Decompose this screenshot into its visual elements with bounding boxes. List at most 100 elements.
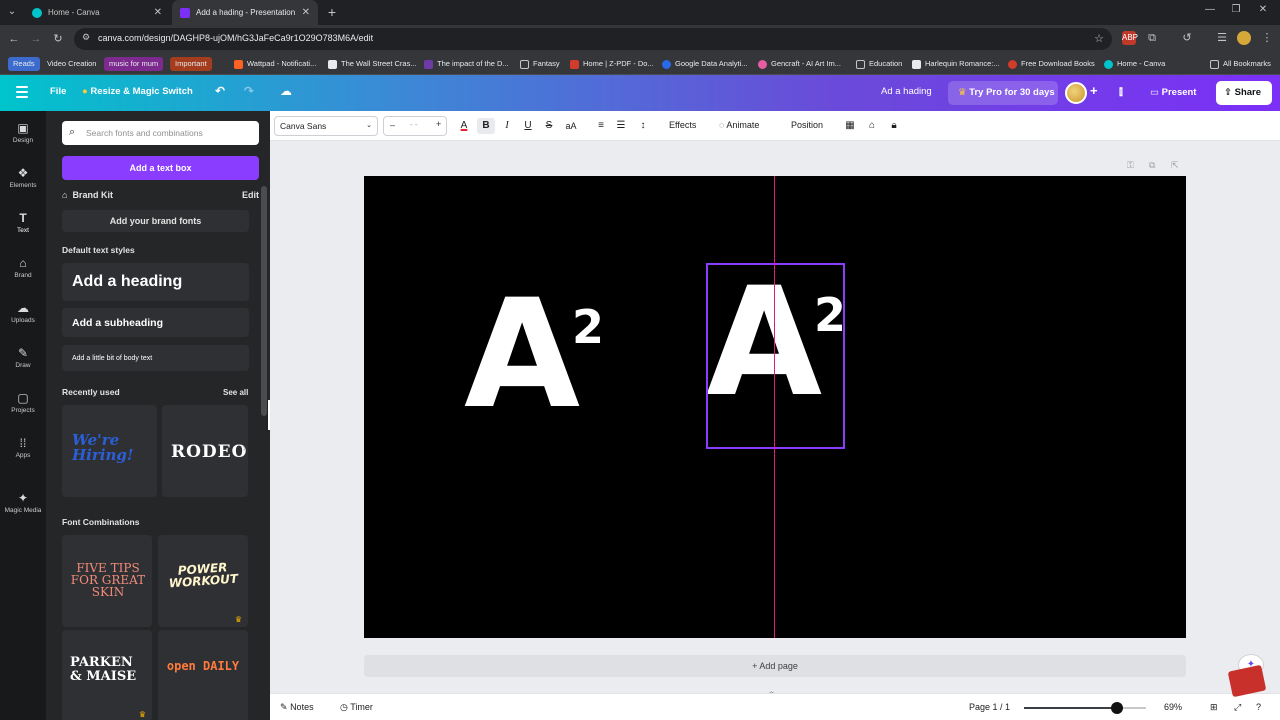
lock-icon[interactable]: 🔒︎ xyxy=(888,118,900,134)
add-heading-style[interactable]: Add a heading xyxy=(62,263,249,301)
browser-tab-presentation[interactable]: Add a hading - Presentation ✕ xyxy=(172,0,318,25)
strikethrough-icon[interactable]: S xyxy=(543,118,555,134)
add-brand-fonts-button[interactable]: Add your brand fonts xyxy=(62,210,249,232)
rail-item-design[interactable]: ▣ Design xyxy=(0,121,46,144)
add-collaborator-icon[interactable]: + xyxy=(1090,83,1098,98)
bookmark-reads[interactable]: Reads xyxy=(8,57,40,71)
font-combination-card[interactable]: POWER WORKOUT ♛ xyxy=(158,535,248,627)
add-subheading-style[interactable]: Add a subheading xyxy=(62,308,249,337)
recent-font-card[interactable]: RODEO › xyxy=(162,405,248,497)
letter-case-icon[interactable]: aA xyxy=(563,118,579,134)
add-page-button[interactable]: + Add page xyxy=(364,655,1186,677)
effects-button[interactable]: Effects xyxy=(669,120,696,130)
align-center-icon[interactable]: ≡ xyxy=(595,118,607,134)
rail-item-draw[interactable]: ✎ Draw xyxy=(0,346,46,369)
cloud-save-icon[interactable]: ☁ xyxy=(280,84,292,98)
add-page-icon[interactable]: ⇱ xyxy=(1171,160,1179,171)
grid-view-icon[interactable]: ⊞ xyxy=(1210,702,1218,713)
avatar[interactable] xyxy=(1065,82,1087,104)
present-button[interactable]: ▭ Present xyxy=(1140,81,1210,105)
bookmark-fantasy[interactable]: Fantasy xyxy=(520,57,560,71)
browser-tab-home-canva[interactable]: Home - Canva ✕ xyxy=(24,0,170,25)
zoom-slider[interactable] xyxy=(1024,702,1146,714)
underline-icon[interactable]: U xyxy=(522,118,534,134)
tab-search-button[interactable]: ⌄ xyxy=(4,4,20,20)
position-button[interactable]: Position xyxy=(791,120,823,130)
increase-size-button[interactable]: + xyxy=(436,119,441,129)
rail-item-magic-media[interactable]: ✦ Magic Media xyxy=(0,491,46,514)
file-menu[interactable]: File xyxy=(50,86,66,97)
bookmark-video-creation[interactable]: Video Creation xyxy=(42,57,101,71)
notes-button[interactable]: ✎ Notes xyxy=(280,702,314,713)
bookmark-gencraft[interactable]: Gencraft - AI Art Im... xyxy=(758,57,841,71)
bookmark-google-data[interactable]: Google Data Analyti... xyxy=(662,57,748,71)
history-icon[interactable]: ↺ xyxy=(1180,31,1194,45)
site-info-icon[interactable]: ⚙ xyxy=(82,32,94,44)
new-tab-button[interactable]: + xyxy=(324,3,340,21)
brand-kit-edit-link[interactable]: Edit xyxy=(242,190,259,200)
back-icon[interactable]: ← xyxy=(6,31,22,47)
exponent-left[interactable]: 2 xyxy=(572,304,604,350)
bookmark-home-canva[interactable]: Home - Canva xyxy=(1104,57,1165,71)
fullscreen-icon[interactable]: ⤢ xyxy=(1234,702,1241,713)
rail-item-apps[interactable]: ⁞⁞ Apps xyxy=(0,436,46,459)
document-title[interactable]: Ad a hading xyxy=(881,86,932,97)
bookmark-star-icon[interactable]: ☆ xyxy=(1094,32,1104,45)
add-text-box-button[interactable]: Add a text box xyxy=(62,156,259,180)
font-family-dropdown[interactable]: Canva Sans ⌄ xyxy=(274,116,378,136)
decrease-size-button[interactable]: – xyxy=(390,120,395,130)
base-letter-left[interactable]: A xyxy=(464,280,580,430)
lock-page-icon[interactable]: ⚿ xyxy=(1127,160,1134,171)
main-menu-icon[interactable] xyxy=(16,86,28,101)
page-indicator[interactable]: Page 1 / 1 xyxy=(969,702,1010,712)
redo-icon[interactable]: ↷ xyxy=(244,84,254,98)
list-icon[interactable]: ☰ xyxy=(615,118,627,134)
zoom-slider-handle[interactable] xyxy=(1111,702,1123,714)
try-pro-button[interactable]: ♛ Try Pro for 30 days xyxy=(948,81,1058,105)
selection-box[interactable] xyxy=(706,263,845,449)
font-size-stepper[interactable]: – - - + xyxy=(383,116,447,136)
duplicate-page-icon[interactable]: ⧉ xyxy=(1149,160,1155,171)
font-combination-card[interactable]: open DAILY xyxy=(158,630,248,720)
bookmark-music-for-mum[interactable]: music for mum xyxy=(104,57,164,71)
italic-icon[interactable]: I xyxy=(501,118,513,134)
rail-item-elements[interactable]: ❖ Elements xyxy=(0,166,46,189)
timer-button[interactable]: ◷ Timer xyxy=(340,702,373,713)
resize-magic-switch-button[interactable]: ● Resize & Magic Switch xyxy=(82,86,193,97)
insights-chart-icon[interactable]: ⫾ xyxy=(1119,84,1123,99)
reading-list-icon[interactable]: ☰ xyxy=(1215,31,1229,45)
chevron-right-icon[interactable]: › xyxy=(243,443,246,454)
address-bar[interactable]: ⚙ canva.com/design/DAGHP8-ujOM/hG3JaFeCa… xyxy=(74,28,1112,50)
font-search-input[interactable]: ⌕ Search fonts and combinations xyxy=(62,121,259,145)
see-all-link[interactable]: See all xyxy=(223,388,248,397)
bookmark-free-books[interactable]: Free Download Books xyxy=(1008,57,1095,71)
help-icon[interactable]: ? xyxy=(1256,702,1261,712)
bookmark-education[interactable]: Education xyxy=(856,57,902,71)
font-combination-card[interactable]: PARKEN & MAISE ♛ xyxy=(62,630,152,720)
recent-font-card[interactable]: We're Hiring! xyxy=(62,405,157,497)
text-color-icon[interactable]: A xyxy=(457,118,471,134)
adblock-extension-icon[interactable]: ABP xyxy=(1122,31,1138,45)
font-size-value[interactable]: - - xyxy=(410,120,418,129)
add-body-style[interactable]: Add a little bit of body text xyxy=(62,345,249,371)
panel-scrollbar-thumb[interactable] xyxy=(261,186,267,416)
share-button[interactable]: ⇪ Share xyxy=(1216,81,1272,105)
close-tab-icon[interactable]: ✕ xyxy=(154,7,162,18)
font-combination-card[interactable]: FIVE TIPS FOR GREAT SKIN xyxy=(62,535,152,627)
bookmark-wattpad[interactable]: Wattpad - Notificati... xyxy=(234,57,316,71)
close-tab-icon[interactable]: ✕ xyxy=(302,7,310,18)
rail-item-text[interactable]: T Text xyxy=(0,211,46,234)
undo-icon[interactable]: ↶ xyxy=(215,84,225,98)
paint-format-icon[interactable]: ⌂ xyxy=(866,118,878,134)
minimize-icon[interactable]: — xyxy=(1202,4,1218,15)
rail-item-projects[interactable]: ▢ Projects xyxy=(0,391,46,414)
bookmark-impact[interactable]: The impact of the D... xyxy=(424,57,509,71)
rail-item-uploads[interactable]: ☁ Uploads xyxy=(0,301,46,324)
profile-avatar-icon[interactable] xyxy=(1237,31,1251,45)
bookmark-important[interactable]: Important xyxy=(170,57,212,71)
maximize-icon[interactable]: ❐ xyxy=(1228,4,1244,15)
bookmark-harlequin[interactable]: Harlequin Romance:... xyxy=(912,57,1000,71)
browser-menu-icon[interactable]: ⋮ xyxy=(1260,31,1274,45)
extensions-icon[interactable]: ⧉ xyxy=(1145,31,1159,45)
bold-icon[interactable]: B xyxy=(477,118,495,134)
